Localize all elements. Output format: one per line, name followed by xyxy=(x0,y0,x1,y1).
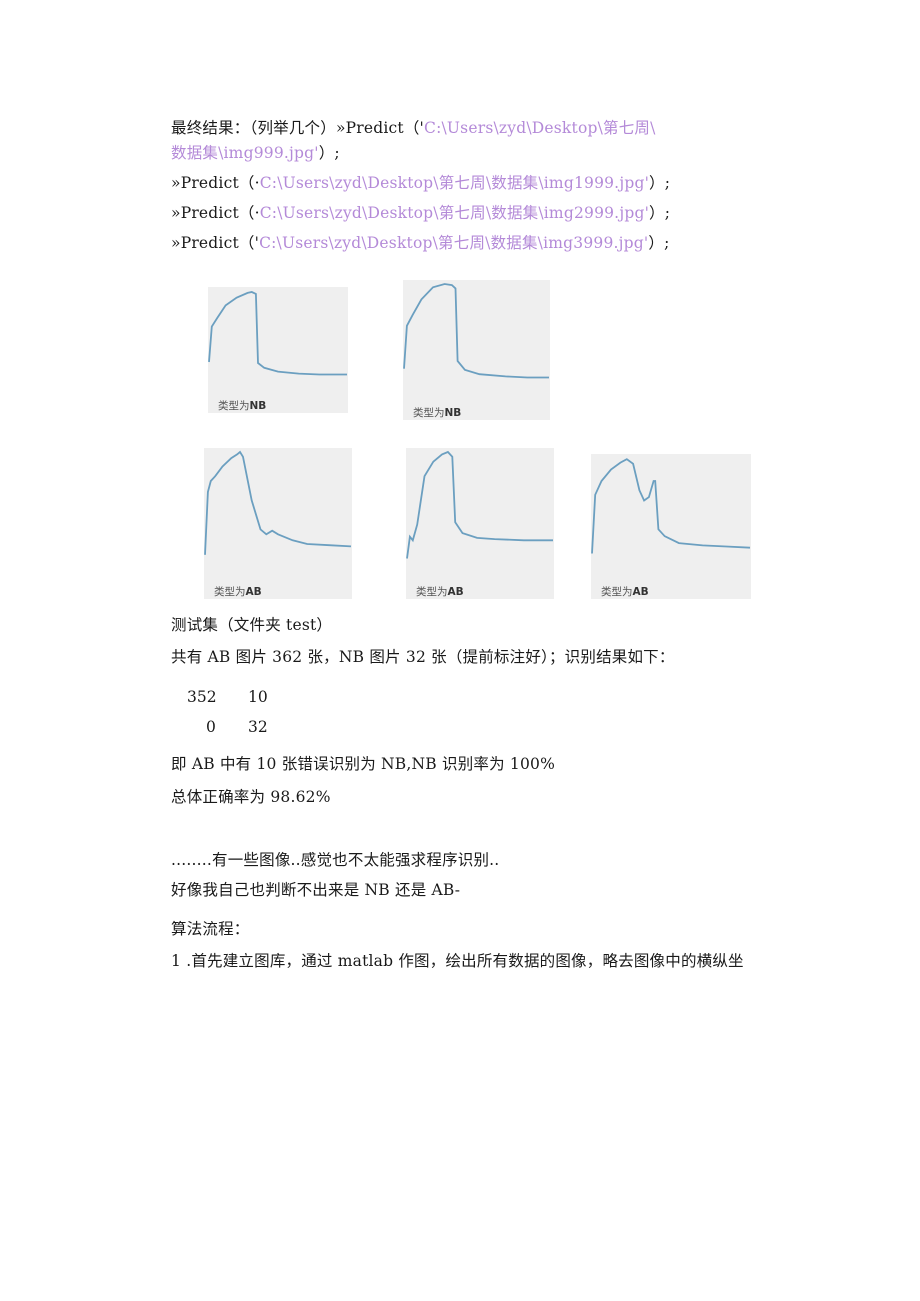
algorithm-heading: 算法流程： xyxy=(171,920,250,938)
curve-plot xyxy=(591,458,751,554)
caption-type: AB xyxy=(245,586,262,598)
paren-open: （· xyxy=(238,174,260,192)
matrix-cell: 352 xyxy=(187,688,217,706)
caption-prefix: 类型为 xyxy=(214,586,246,598)
curve-plot xyxy=(204,450,352,555)
matrix-cell: 10 xyxy=(248,688,268,706)
algorithm-step-1: 1 .首先建立图库，通过 matlab 作图，绘出所有数据的图像，略去图像中的横… xyxy=(171,952,744,970)
paren-open: （' xyxy=(238,234,260,252)
predict-func: Predict xyxy=(345,119,404,137)
caption-type: AB xyxy=(632,586,649,598)
file-path: C:\Users\zyd\Desktop\第七周\ xyxy=(424,119,656,137)
figure-nb-1: 类型为NB xyxy=(208,287,348,413)
figure-ab-2: 类型为AB xyxy=(406,448,554,599)
signal-curve xyxy=(591,458,751,554)
prompt-symbol: » xyxy=(171,234,181,252)
caption-type: AB xyxy=(447,586,464,598)
prompt-symbol: » xyxy=(335,119,346,137)
file-path-cont: 数据集\img999.jpg' xyxy=(171,144,319,162)
paren-close: ）; xyxy=(318,144,340,162)
predict-func: Predict xyxy=(180,234,239,252)
signal-curve xyxy=(403,283,549,379)
paren-open: （· xyxy=(238,204,260,222)
figure-ab-1: 类型为AB xyxy=(204,448,352,599)
file-path: C:\Users\zyd\Desktop\第七周\数据集\img1999.jpg… xyxy=(259,174,650,192)
file-path: C:\Users\zyd\Desktop\第七周\数据集\img3999.jpg… xyxy=(259,234,649,252)
error-note: 即 AB 中有 10 张错误识别为 NB,NB 识别率为 100% xyxy=(171,755,556,773)
signal-curve xyxy=(208,291,347,376)
caption-prefix: 类型为 xyxy=(601,586,633,598)
curve-plot xyxy=(208,291,347,376)
prompt-symbol: » xyxy=(171,174,181,192)
caption-prefix: 类型为 xyxy=(416,586,448,598)
paren-close: ）; xyxy=(648,234,670,252)
results-line-2: »Predict（·C:\Users\zyd\Desktop\第七周\数据集\i… xyxy=(171,173,670,193)
test-heading: 测试集（文件夹 test） xyxy=(171,616,333,634)
paren-close: ）; xyxy=(649,204,671,222)
caption-prefix: 类型为 xyxy=(218,400,250,412)
caption-type: NB xyxy=(249,400,267,412)
prompt-symbol: » xyxy=(171,204,181,222)
results-line-4: »Predict（'C:\Users\zyd\Desktop\第七周\数据集\i… xyxy=(171,233,670,253)
note-line-1: ........有一些图像..感觉也不太能强求程序识别.. xyxy=(171,851,500,869)
paren-close: ）; xyxy=(649,174,671,192)
signal-curve xyxy=(406,450,553,559)
figure-caption: 类型为AB xyxy=(601,584,649,599)
caption-type: NB xyxy=(444,407,462,419)
figure-nb-2: 类型为NB xyxy=(403,280,550,420)
results-line-1b: 数据集\img999.jpg'）; xyxy=(171,143,340,163)
figure-ab-3: 类型为AB xyxy=(591,454,751,599)
signal-curve xyxy=(204,450,352,555)
matrix-cell: 32 xyxy=(248,718,268,736)
figure-caption: 类型为AB xyxy=(416,584,464,599)
predict-func: Predict xyxy=(180,174,239,192)
results-heading: 最终结果：（列举几个） xyxy=(171,119,336,137)
caption-prefix: 类型为 xyxy=(413,407,445,419)
curve-plot xyxy=(406,450,553,559)
matrix-cell: 0 xyxy=(206,718,216,736)
accuracy-line: 总体正确率为 98.62% xyxy=(171,788,331,806)
file-path: C:\Users\zyd\Desktop\第七周\数据集\img2999.jpg… xyxy=(259,204,650,222)
figure-caption: 类型为NB xyxy=(218,398,266,413)
note-line-2: 好像我自己也判断不出来是 NB 还是 AB- xyxy=(171,881,461,899)
predict-func: Predict xyxy=(180,204,239,222)
figure-caption: 类型为AB xyxy=(214,584,262,599)
paren-open: （' xyxy=(403,119,425,137)
test-summary: 共有 AB 图片 362 张，NB 图片 32 张（提前标注好）；识别结果如下： xyxy=(171,648,675,666)
curve-plot xyxy=(403,283,549,379)
figure-caption: 类型为NB xyxy=(413,405,461,420)
results-line-3: »Predict（·C:\Users\zyd\Desktop\第七周\数据集\i… xyxy=(171,203,670,223)
results-line-1: 最终结果：（列举几个）»Predict（'C:\Users\zyd\Deskto… xyxy=(171,118,656,138)
